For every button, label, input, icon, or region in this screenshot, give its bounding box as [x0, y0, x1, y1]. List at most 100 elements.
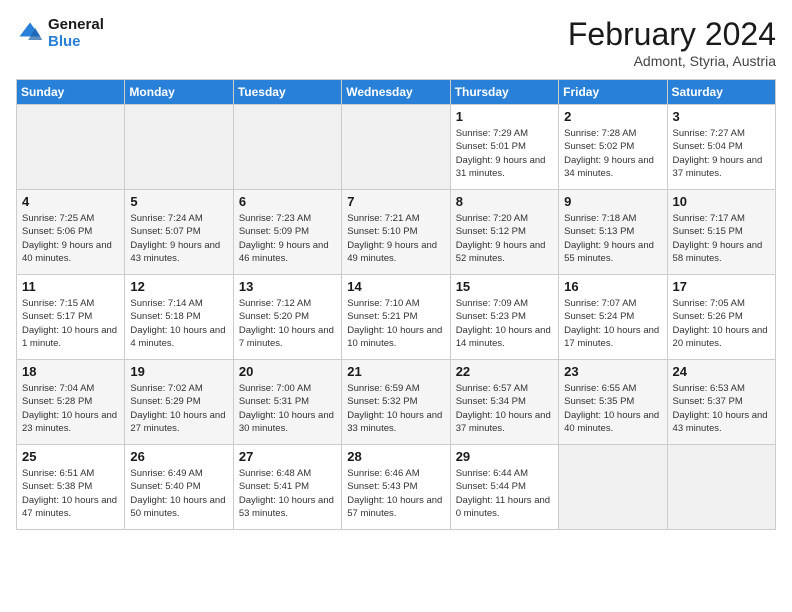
day-number: 3 — [673, 109, 770, 124]
calendar-cell: 22Sunrise: 6:57 AMSunset: 5:34 PMDayligh… — [450, 360, 558, 445]
calendar-cell: 1 Sunrise: 7:29 AMSunset: 5:01 PMDaylight… — [450, 105, 558, 190]
day-info: Sunrise: 6:51 AMSunset: 5:38 PMDaylight:… — [22, 467, 119, 520]
calendar-cell: 10 Sunrise: 7:17 AMSunset: 5:15 PMDayligh… — [667, 190, 775, 275]
day-number: 4 — [22, 194, 119, 209]
day-info: Sunrise: 7:27 AMSunset: 5:04 PMDaylight:… — [673, 127, 770, 180]
column-header-monday: Monday — [125, 80, 233, 105]
column-header-sunday: Sunday — [17, 80, 125, 105]
day-info: Sunrise: 7:18 AMSunset: 5:13 PMDaylight:… — [564, 212, 661, 265]
day-number: 29 — [456, 449, 553, 464]
calendar-header-row: SundayMondayTuesdayWednesdayThursdayFrid… — [17, 80, 776, 105]
title-block: February 2024 Admont, Styria, Austria — [568, 16, 776, 69]
day-number: 10 — [673, 194, 770, 209]
column-header-tuesday: Tuesday — [233, 80, 341, 105]
day-info: Sunrise: 7:12 AMSunset: 5:20 PMDaylight:… — [239, 297, 336, 350]
calendar-cell: 27 Sunrise: 6:48 AMSunset: 5:41 PMDayligh… — [233, 445, 341, 530]
column-header-wednesday: Wednesday — [342, 80, 450, 105]
calendar-cell — [667, 445, 775, 530]
day-info: Sunrise: 7:20 AMSunset: 5:12 PMDaylight:… — [456, 212, 553, 265]
day-info: Sunrise: 6:48 AMSunset: 5:41 PMDaylight:… — [239, 467, 336, 520]
day-info: Sunrise: 7:23 AMSunset: 5:09 PMDaylight:… — [239, 212, 336, 265]
day-info: Sunrise: 7:15 AMSunset: 5:17 PMDaylight:… — [22, 297, 119, 350]
column-header-thursday: Thursday — [450, 80, 558, 105]
calendar-cell — [125, 105, 233, 190]
day-number: 15 — [456, 279, 553, 294]
day-number: 24 — [673, 364, 770, 379]
calendar-week-row: 4 Sunrise: 7:25 AMSunset: 5:06 PMDaylight… — [17, 190, 776, 275]
calendar-cell: 8 Sunrise: 7:20 AMSunset: 5:12 PMDaylight… — [450, 190, 558, 275]
calendar-week-row: 11 Sunrise: 7:15 AMSunset: 5:17 PMDayligh… — [17, 275, 776, 360]
calendar-cell — [342, 105, 450, 190]
day-info: Sunrise: 7:17 AMSunset: 5:15 PMDaylight:… — [673, 212, 770, 265]
calendar-cell: 21 Sunrise: 6:59 AMSunset: 5:32 PMDayligh… — [342, 360, 450, 445]
calendar-cell: 24 Sunrise: 6:53 AMSunset: 5:37 PMDayligh… — [667, 360, 775, 445]
calendar-cell — [17, 105, 125, 190]
day-number: 17 — [673, 279, 770, 294]
calendar-cell: 23 Sunrise: 6:55 AMSunset: 5:35 PMDayligh… — [559, 360, 667, 445]
calendar-cell: 2Sunrise: 7:28 AMSunset: 5:02 PMDaylight… — [559, 105, 667, 190]
day-number: 8 — [456, 194, 553, 209]
calendar-week-row: 18Sunrise: 7:04 AMSunset: 5:28 PMDayligh… — [17, 360, 776, 445]
day-info: Sunrise: 7:28 AMSunset: 5:02 PMDaylight:… — [564, 127, 661, 180]
day-info: Sunrise: 7:25 AMSunset: 5:06 PMDaylight:… — [22, 212, 119, 265]
calendar-week-row: 25 Sunrise: 6:51 AMSunset: 5:38 PMDayligh… — [17, 445, 776, 530]
day-info: Sunrise: 7:29 AMSunset: 5:01 PMDaylight:… — [456, 127, 553, 180]
calendar-cell: 9 Sunrise: 7:18 AMSunset: 5:13 PMDaylight… — [559, 190, 667, 275]
calendar-cell: 18Sunrise: 7:04 AMSunset: 5:28 PMDayligh… — [17, 360, 125, 445]
day-info: Sunrise: 7:04 AMSunset: 5:28 PMDaylight:… — [22, 382, 119, 435]
logo-text: General Blue — [48, 16, 104, 50]
location-subtitle: Admont, Styria, Austria — [568, 53, 776, 69]
day-info: Sunrise: 7:07 AMSunset: 5:24 PMDaylight:… — [564, 297, 661, 350]
day-info: Sunrise: 7:05 AMSunset: 5:26 PMDaylight:… — [673, 297, 770, 350]
day-number: 28 — [347, 449, 444, 464]
calendar-cell: 6 Sunrise: 7:23 AMSunset: 5:09 PMDaylight… — [233, 190, 341, 275]
column-header-saturday: Saturday — [667, 80, 775, 105]
day-number: 12 — [130, 279, 227, 294]
calendar-cell: 14Sunrise: 7:10 AMSunset: 5:21 PMDayligh… — [342, 275, 450, 360]
day-info: Sunrise: 7:10 AMSunset: 5:21 PMDaylight:… — [347, 297, 444, 350]
calendar-cell: 7 Sunrise: 7:21 AMSunset: 5:10 PMDaylight… — [342, 190, 450, 275]
day-info: Sunrise: 6:59 AMSunset: 5:32 PMDaylight:… — [347, 382, 444, 435]
day-number: 9 — [564, 194, 661, 209]
day-info: Sunrise: 6:53 AMSunset: 5:37 PMDaylight:… — [673, 382, 770, 435]
day-number: 16 — [564, 279, 661, 294]
day-number: 20 — [239, 364, 336, 379]
calendar-cell: 26 Sunrise: 6:49 AMSunset: 5:40 PMDayligh… — [125, 445, 233, 530]
calendar-cell: 11 Sunrise: 7:15 AMSunset: 5:17 PMDayligh… — [17, 275, 125, 360]
day-info: Sunrise: 6:55 AMSunset: 5:35 PMDaylight:… — [564, 382, 661, 435]
calendar-cell: 25 Sunrise: 6:51 AMSunset: 5:38 PMDayligh… — [17, 445, 125, 530]
day-info: Sunrise: 7:14 AMSunset: 5:18 PMDaylight:… — [130, 297, 227, 350]
calendar-cell: 4 Sunrise: 7:25 AMSunset: 5:06 PMDaylight… — [17, 190, 125, 275]
calendar-cell: 16 Sunrise: 7:07 AMSunset: 5:24 PMDayligh… — [559, 275, 667, 360]
column-header-friday: Friday — [559, 80, 667, 105]
day-number: 19 — [130, 364, 227, 379]
day-info: Sunrise: 7:24 AMSunset: 5:07 PMDaylight:… — [130, 212, 227, 265]
day-number: 27 — [239, 449, 336, 464]
day-number: 26 — [130, 449, 227, 464]
day-number: 11 — [22, 279, 119, 294]
day-number: 1 — [456, 109, 553, 124]
day-number: 13 — [239, 279, 336, 294]
day-number: 5 — [130, 194, 227, 209]
day-number: 25 — [22, 449, 119, 464]
day-number: 7 — [347, 194, 444, 209]
day-info: Sunrise: 7:00 AMSunset: 5:31 PMDaylight:… — [239, 382, 336, 435]
calendar-cell: 3 Sunrise: 7:27 AMSunset: 5:04 PMDaylight… — [667, 105, 775, 190]
calendar-cell: 17 Sunrise: 7:05 AMSunset: 5:26 PMDayligh… — [667, 275, 775, 360]
month-title: February 2024 — [568, 16, 776, 53]
logo-icon — [16, 19, 44, 47]
day-info: Sunrise: 6:44 AMSunset: 5:44 PMDaylight:… — [456, 467, 553, 520]
day-number: 6 — [239, 194, 336, 209]
day-number: 21 — [347, 364, 444, 379]
calendar-cell: 20 Sunrise: 7:00 AMSunset: 5:31 PMDayligh… — [233, 360, 341, 445]
day-number: 23 — [564, 364, 661, 379]
calendar-table: SundayMondayTuesdayWednesdayThursdayFrid… — [16, 79, 776, 530]
calendar-cell: 29 Sunrise: 6:44 AMSunset: 5:44 PMDayligh… — [450, 445, 558, 530]
day-info: Sunrise: 7:02 AMSunset: 5:29 PMDaylight:… — [130, 382, 227, 435]
calendar-cell: 5 Sunrise: 7:24 AMSunset: 5:07 PMDaylight… — [125, 190, 233, 275]
calendar-cell — [559, 445, 667, 530]
day-info: Sunrise: 7:21 AMSunset: 5:10 PMDaylight:… — [347, 212, 444, 265]
day-info: Sunrise: 6:46 AMSunset: 5:43 PMDaylight:… — [347, 467, 444, 520]
calendar-cell: 12 Sunrise: 7:14 AMSunset: 5:18 PMDayligh… — [125, 275, 233, 360]
day-info: Sunrise: 6:49 AMSunset: 5:40 PMDaylight:… — [130, 467, 227, 520]
